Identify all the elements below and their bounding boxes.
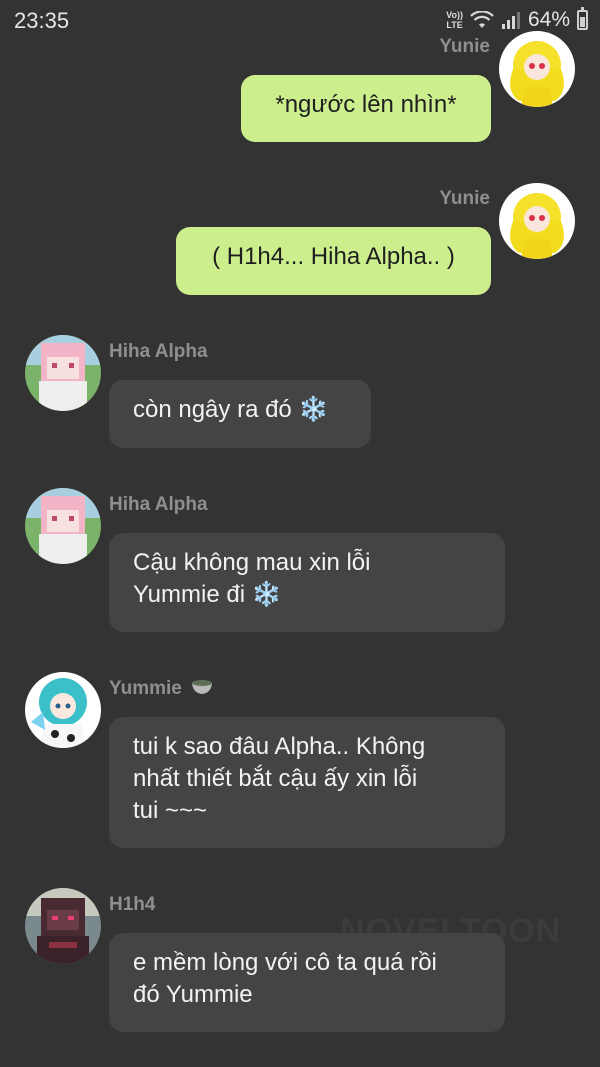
snowflake-icon: ❄️ (298, 396, 329, 423)
dark-armor-avatar[interactable] (25, 888, 101, 964)
message-bubble[interactable]: ( H1h4... Hiha Alpha.. ) (176, 227, 491, 295)
message-bubble[interactable]: tui k sao đâu Alpha.. Không nhất thiết b… (109, 717, 505, 848)
sender-name: Hiha Alpha (109, 494, 208, 515)
status-bar: 23:35 Vo)) LTE 64% (0, 0, 600, 40)
status-icons: Vo)) LTE 64% (446, 7, 588, 32)
wifi-icon (470, 11, 494, 28)
volte-icon: Vo)) LTE (446, 10, 463, 30)
battery-percent: 64% (527, 8, 570, 31)
teal-hair-avatar[interactable] (25, 672, 101, 748)
sender-name: Yunie (439, 188, 490, 209)
sender-name: Hiha Alpha (109, 341, 208, 362)
message-bubble[interactable]: *ngước lên nhìn* (241, 75, 491, 142)
bowl-icon (192, 680, 213, 694)
pink-hair-avatar[interactable] (25, 335, 101, 411)
message-bubble[interactable]: Cậu không mau xin lỗi Yummie đi ❄️ (109, 533, 505, 632)
yellow-hair-avatar[interactable] (499, 183, 575, 259)
sender-name: Yunie (439, 36, 490, 57)
sender-name: H1h4 (109, 894, 156, 915)
yellow-hair-avatar[interactable] (499, 31, 575, 107)
snowflake-icon: ❄️ (251, 581, 282, 608)
sender-name: Yummie (109, 678, 213, 700)
battery-icon (577, 7, 588, 30)
signal-icon (501, 12, 520, 29)
message-bubble[interactable]: e mềm lòng với cô ta quá rồi đó Yummie (109, 933, 505, 1032)
message-bubble[interactable]: còn ngây ra đó ❄️ (109, 380, 371, 448)
status-time: 23:35 (14, 8, 70, 33)
pink-hair-avatar[interactable] (25, 488, 101, 564)
